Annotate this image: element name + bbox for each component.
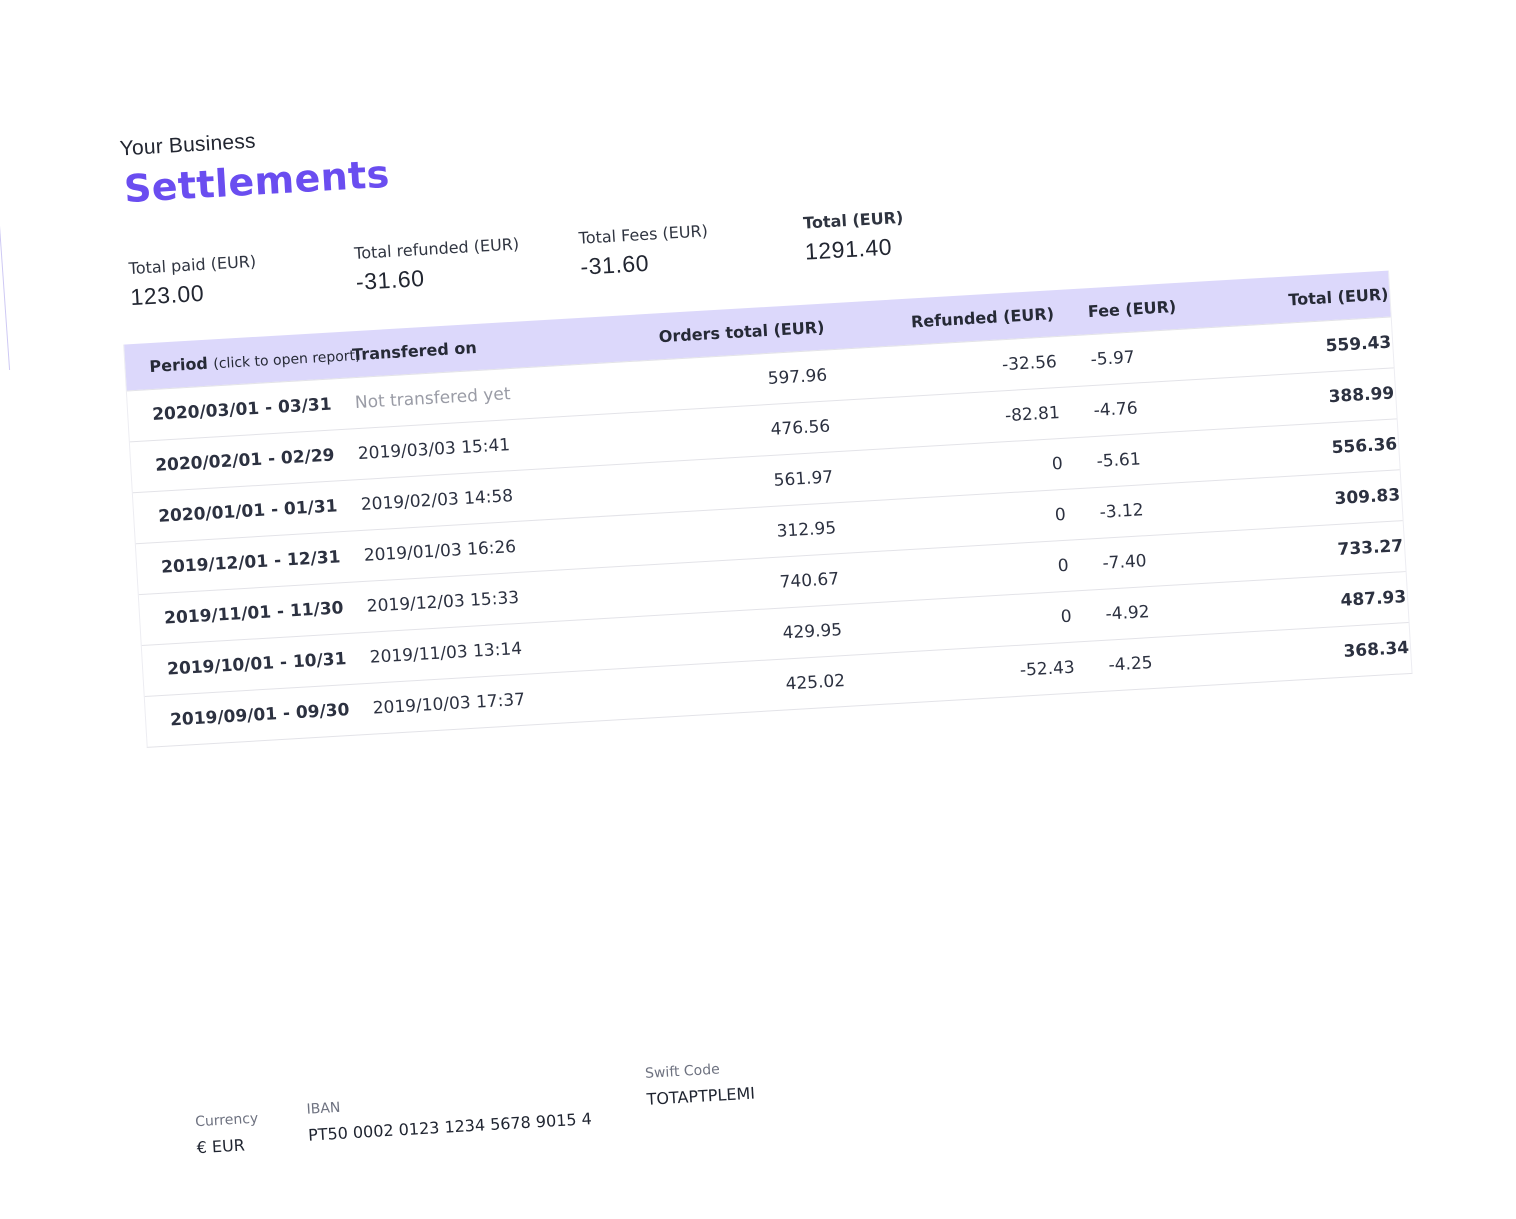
refunded-cell: -82.81 bbox=[1004, 403, 1061, 427]
summary-total: Total (EUR) 1291.40 bbox=[803, 208, 906, 266]
fee-cell: -4.92 bbox=[1105, 602, 1151, 625]
column-header-period: Period (click to open report) bbox=[125, 345, 361, 377]
bank-details-footer: Currency € EUR IBAN PT50 0002 0123 1234 … bbox=[80, 1052, 983, 1184]
fee-cell: -4.76 bbox=[1093, 398, 1139, 421]
iban-block: IBAN PT50 0002 0123 1234 5678 9015 4 bbox=[306, 1085, 592, 1145]
summary-value: 123.00 bbox=[129, 279, 205, 311]
summary-label: Total Fees (EUR) bbox=[578, 221, 709, 248]
refunded-cell: -32.56 bbox=[1001, 352, 1058, 376]
transferred-cell: 2019/10/03 17:37 bbox=[372, 689, 526, 719]
total-cell: 368.34 bbox=[1342, 638, 1410, 662]
currency-value: € EUR bbox=[196, 1135, 246, 1158]
column-header-orders: Orders total (EUR) bbox=[658, 317, 825, 346]
period-link[interactable]: 2020/01/01 - 01/31 bbox=[134, 495, 360, 528]
refunded-cell: -52.43 bbox=[1019, 657, 1076, 681]
transferred-cell: 2019/01/03 16:26 bbox=[363, 537, 517, 566]
transferred-cell: 2019/11/03 13:14 bbox=[369, 638, 523, 668]
column-header-period-label: Period bbox=[148, 353, 209, 376]
period-link[interactable]: 2020/02/01 - 02/29 bbox=[131, 444, 357, 477]
summary-label: Total (EUR) bbox=[802, 207, 904, 233]
orders-total-cell: 425.02 bbox=[785, 671, 846, 695]
refunded-cell: 0 bbox=[1054, 504, 1067, 526]
total-cell: 556.36 bbox=[1331, 434, 1398, 459]
swift-block: Swift Code TOTAPTPLEMI bbox=[645, 1060, 756, 1109]
transferred-cell: Not transfered yet bbox=[354, 384, 512, 414]
swift-label: Swift Code bbox=[644, 1061, 721, 1082]
summary-total-paid: Total paid (EUR) 123.00 bbox=[128, 252, 258, 311]
fee-cell: -4.25 bbox=[1108, 653, 1154, 676]
column-header-transferred: Transfered on bbox=[351, 337, 478, 364]
period-link[interactable]: 2020/03/01 - 03/31 bbox=[128, 393, 354, 426]
fee-cell: -3.12 bbox=[1099, 500, 1145, 523]
refunded-cell: 0 bbox=[1057, 555, 1070, 577]
summary-value: 1291.40 bbox=[804, 233, 893, 265]
settlements-sheet: Your Business Settlements Total paid (EU… bbox=[110, 46, 1413, 748]
column-header-fee: Fee (EUR) bbox=[1087, 296, 1177, 321]
period-link[interactable]: 2019/12/01 - 12/31 bbox=[137, 546, 363, 579]
transferred-cell: 2019/02/03 14:58 bbox=[360, 486, 514, 515]
total-cell: 388.99 bbox=[1328, 383, 1395, 408]
refunded-cell: 0 bbox=[1060, 606, 1073, 628]
orders-total-cell: 429.95 bbox=[782, 620, 843, 644]
summary-value: -31.60 bbox=[355, 264, 426, 295]
period-link[interactable]: 2019/10/01 - 10/31 bbox=[143, 648, 369, 681]
total-cell: 733.27 bbox=[1337, 536, 1404, 560]
currency-label: Currency bbox=[194, 1110, 259, 1131]
refunded-cell: 0 bbox=[1051, 453, 1064, 475]
summary-value: -31.60 bbox=[579, 249, 650, 280]
summary-label: Total paid (EUR) bbox=[128, 251, 257, 279]
orders-total-cell: 597.96 bbox=[767, 365, 828, 389]
period-link[interactable]: 2019/11/01 - 11/30 bbox=[140, 597, 366, 630]
swift-value: TOTAPTPLEMI bbox=[646, 1083, 756, 1109]
total-cell: 487.93 bbox=[1340, 587, 1407, 611]
total-cell: 309.83 bbox=[1334, 485, 1401, 510]
orders-total-cell: 740.67 bbox=[779, 569, 840, 593]
orders-total-cell: 312.95 bbox=[776, 518, 837, 542]
fee-cell: -5.97 bbox=[1090, 347, 1136, 371]
orders-total-cell: 476.56 bbox=[770, 416, 831, 440]
settlements-table: Period (click to open report) Transfered… bbox=[123, 270, 1413, 748]
summary-total-fees: Total Fees (EUR) -31.60 bbox=[578, 221, 710, 280]
summary-label: Total refunded (EUR) bbox=[353, 234, 520, 263]
transferred-cell: 2019/12/03 15:33 bbox=[366, 587, 520, 617]
period-link[interactable]: 2019/09/01 - 09/30 bbox=[146, 699, 372, 732]
fee-cell: -5.61 bbox=[1096, 449, 1142, 472]
page-title: Settlements bbox=[122, 151, 391, 212]
column-header-total: Total (EUR) bbox=[1287, 284, 1389, 309]
column-header-refunded: Refunded (EUR) bbox=[910, 303, 1055, 332]
page-edge-divider bbox=[0, 110, 33, 370]
orders-total-cell: 561.97 bbox=[773, 467, 834, 491]
total-cell: 559.43 bbox=[1325, 332, 1392, 357]
transferred-cell: 2019/03/03 15:41 bbox=[357, 435, 511, 465]
summary-total-refunded: Total refunded (EUR) -31.60 bbox=[354, 234, 522, 296]
column-header-period-hint: (click to open report) bbox=[212, 347, 361, 372]
business-name: Your Business bbox=[119, 129, 257, 161]
currency-block: Currency € EUR bbox=[195, 1111, 260, 1158]
fee-cell: -7.40 bbox=[1102, 551, 1148, 574]
